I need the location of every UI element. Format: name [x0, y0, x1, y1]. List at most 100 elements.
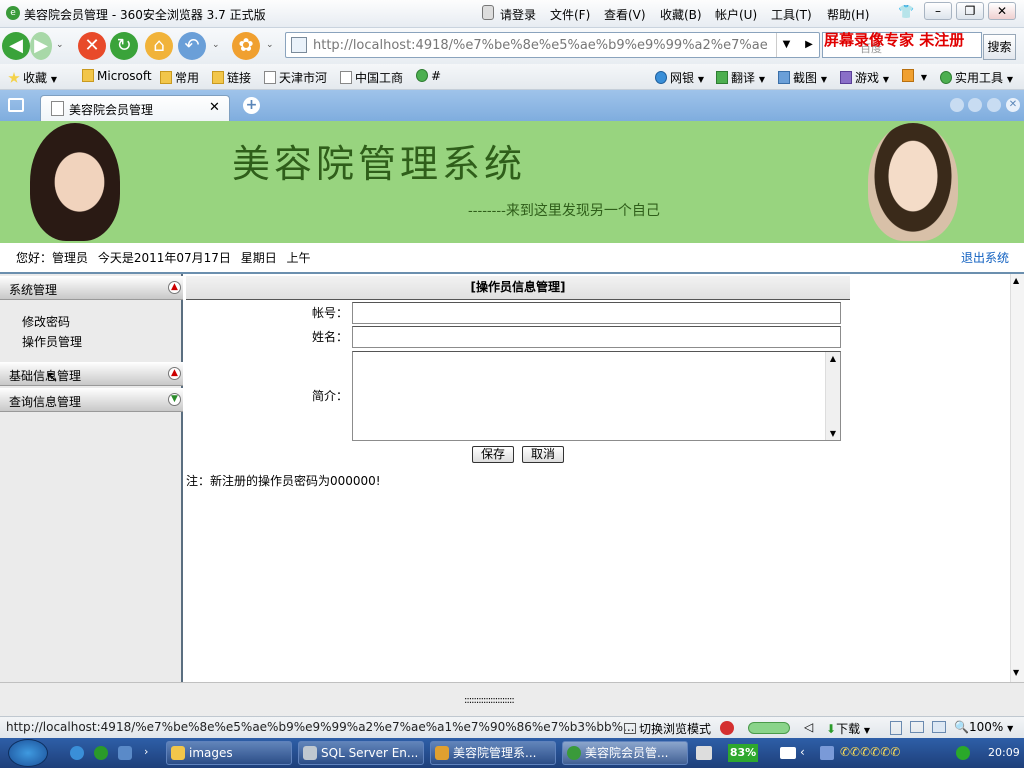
frame-splitter[interactable]: ::::::::::::::::::::: — [0, 682, 1024, 716]
scroll-down-icon[interactable]: ▼ — [826, 429, 840, 438]
sidebar-group-basic-info[interactable]: 基础信息管理 ▲ — [0, 362, 183, 386]
sidebar-item-change-password[interactable]: 修改密码 — [22, 313, 70, 330]
scroll-up-icon[interactable]: ▲ — [1013, 276, 1019, 285]
tab-list-icon[interactable] — [987, 98, 1001, 112]
tray-expand-icon[interactable]: ‹ — [800, 745, 805, 759]
close-all-tabs-icon[interactable]: ✕ — [1006, 98, 1020, 112]
fav-hash[interactable]: # — [416, 69, 441, 83]
tool-translate[interactable]: 翻译 ▼ — [716, 69, 765, 86]
window-icon[interactable] — [910, 721, 924, 733]
battery-indicator[interactable]: 83% — [728, 744, 758, 762]
browser-logo-icon: e — [6, 6, 20, 20]
logout-link[interactable]: 退出系统 — [961, 249, 1009, 266]
page-scrollbar[interactable]: ▲ ▼ — [1010, 274, 1024, 682]
taskbar-item-sqlserver[interactable]: SQL Server En... — [298, 741, 424, 765]
menu-favorites[interactable]: 收藏(B) — [660, 6, 702, 23]
new-tab-icon[interactable]: + — [243, 97, 260, 114]
history-dropdown-icon[interactable]: ⌄ — [56, 40, 64, 50]
close-window-button[interactable]: ✕ — [988, 2, 1016, 20]
home-icon[interactable]: ⌂ — [145, 32, 173, 60]
layout-icon[interactable] — [932, 721, 946, 733]
fav-links[interactable]: 链接 — [212, 69, 251, 86]
tool-utilities[interactable]: 实用工具 ▼ — [940, 69, 1013, 86]
tab-active[interactable]: 美容院会员管理 ✕ — [40, 95, 230, 121]
menu-file[interactable]: 文件(F) — [550, 6, 590, 23]
shield-icon[interactable] — [720, 721, 734, 735]
back-arrow-icon[interactable]: ◁ — [804, 720, 813, 734]
sidebar-group-system[interactable]: 系统管理 ▲ — [0, 276, 183, 300]
save-button[interactable]: 保存 — [472, 446, 514, 463]
360-icon[interactable] — [94, 746, 108, 760]
chevron-right-icon[interactable]: › — [144, 745, 148, 758]
shirt-icon[interactable]: 👕 — [898, 5, 914, 20]
taskbar-item-browser[interactable]: 美容院会员管... — [562, 741, 688, 765]
paw-icon[interactable]: ✿ — [232, 32, 260, 60]
power-icon[interactable] — [780, 747, 796, 759]
fav-icbc[interactable]: 中国工商 — [340, 69, 403, 86]
scroll-down-icon[interactable]: ▼ — [1013, 668, 1019, 677]
login-link[interactable]: 请登录 — [500, 6, 536, 23]
network-icon[interactable] — [820, 746, 834, 760]
favorites-button[interactable]: 收藏 ▼ — [8, 69, 57, 86]
tool-bank[interactable]: 网银 ▼ — [655, 69, 704, 86]
textarea-scrollbar[interactable]: ▲ ▼ — [825, 352, 840, 440]
go-icon[interactable]: ▶ — [798, 33, 820, 57]
tab-right-icon[interactable] — [968, 98, 982, 112]
fav-common[interactable]: 常用 — [160, 69, 199, 86]
gamepad-icon — [840, 71, 852, 84]
scroll-up-icon[interactable]: ▲ — [826, 354, 840, 363]
refresh-icon[interactable]: ↻ — [110, 32, 138, 60]
paw-dropdown-icon[interactable]: ⌄ — [266, 40, 274, 50]
account-input[interactable] — [352, 302, 841, 324]
start-button[interactable] — [8, 739, 48, 767]
name-input[interactable] — [352, 326, 841, 348]
status-url: http://localhost:4918/%e7%be%8e%e5%ae%b9… — [6, 720, 635, 734]
browser-title-bar: e 美容院会员管理 - 360安全浏览器 3.7 正式版 请登录 文件(F) 查… — [0, 0, 1024, 28]
shield-icon[interactable] — [956, 746, 970, 760]
sidebar-toggle-icon[interactable] — [8, 98, 24, 112]
close-tab-icon[interactable]: ✕ — [209, 100, 220, 115]
browser-logo-icon — [567, 746, 581, 760]
tool-app[interactable]: ▼ — [902, 69, 927, 83]
menu-tools[interactable]: 工具(T) — [771, 6, 812, 23]
accelerate-toggle-icon[interactable] — [748, 722, 790, 734]
collapse-icon[interactable]: ▲ — [168, 281, 181, 294]
undo-dropdown-icon[interactable]: ⌄ — [212, 40, 220, 50]
tool-screenshot[interactable]: 截图 ▼ — [778, 69, 827, 86]
tool-games[interactable]: 游戏 ▼ — [840, 69, 889, 86]
zoom-control[interactable]: 🔍100% ▼ — [954, 720, 1013, 734]
forward-icon[interactable]: ▶ — [30, 32, 52, 60]
keyboard-icon[interactable] — [696, 746, 712, 760]
app-icon[interactable] — [118, 746, 132, 760]
app-icon — [902, 69, 914, 82]
cancel-button[interactable]: 取消 — [522, 446, 564, 463]
download-button[interactable]: ⬇下载 ▼ — [826, 720, 870, 737]
fav-microsoft[interactable]: Microsoft — [82, 69, 152, 83]
address-dropdown-icon[interactable]: ▼ — [776, 33, 796, 57]
collapse-icon[interactable]: ▲ — [168, 367, 181, 380]
taskbar-item-images[interactable]: images — [166, 741, 292, 765]
minimize-button[interactable]: – — [924, 2, 952, 20]
intro-textarea[interactable]: ▲ ▼ — [352, 351, 841, 441]
back-icon[interactable]: ◀ — [2, 32, 30, 60]
menu-help[interactable]: 帮助(H) — [827, 6, 869, 23]
fav-tianjin[interactable]: 天津市河 — [264, 69, 327, 86]
menu-account[interactable]: 帐户(U) — [715, 6, 757, 23]
stop-icon[interactable]: ✕ — [78, 32, 106, 60]
ie-icon[interactable] — [70, 746, 84, 760]
address-url[interactable]: http://localhost:4918/%e7%be%8e%e5%ae%b9… — [313, 38, 768, 53]
expand-icon[interactable]: ▼ — [168, 393, 181, 406]
browse-mode-toggle[interactable]: 切换浏览模式 — [624, 720, 711, 737]
tray-icons[interactable]: ✆✆✆✆✆✆ — [840, 745, 952, 761]
undo-icon[interactable]: ↶ — [178, 32, 206, 60]
menu-view[interactable]: 查看(V) — [604, 6, 646, 23]
tab-left-icon[interactable] — [950, 98, 964, 112]
sidebar-group-query-info[interactable]: 查询信息管理 ▼ — [0, 388, 183, 412]
doc-icon[interactable] — [890, 721, 902, 735]
address-bar[interactable]: http://localhost:4918/%e7%be%8e%e5%ae%b9… — [285, 32, 820, 58]
taskbar-item-vs[interactable]: 美容院管理系... — [430, 741, 556, 765]
maximize-button[interactable]: ❐ — [956, 2, 984, 20]
sidebar-item-operator-management[interactable]: 操作员管理 — [22, 333, 82, 350]
clock[interactable]: 20:09 — [988, 746, 1020, 759]
splitter-grip[interactable]: ::::::::::::::::::::: — [464, 695, 515, 706]
